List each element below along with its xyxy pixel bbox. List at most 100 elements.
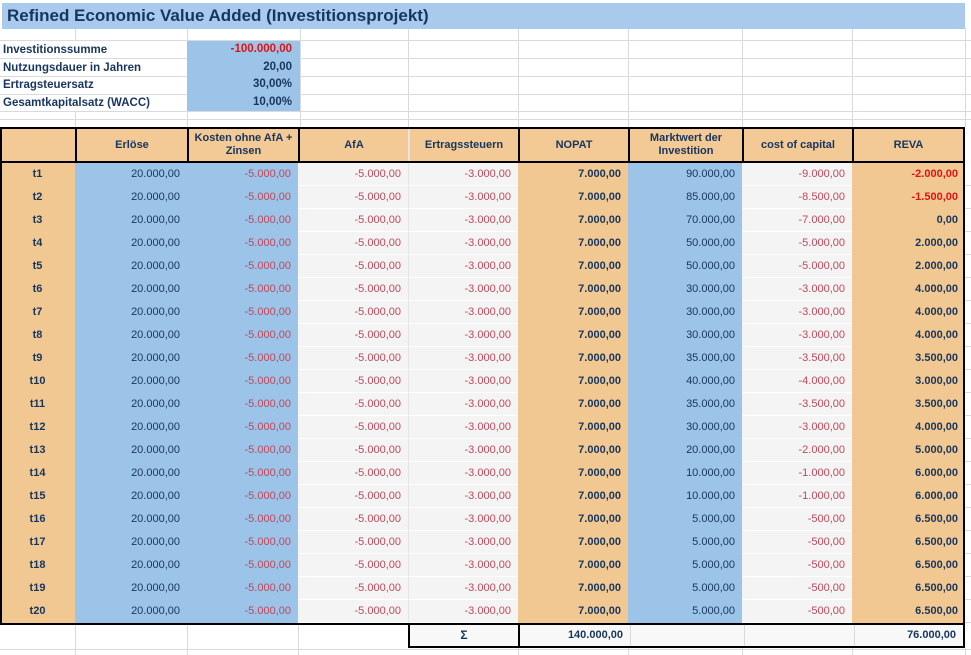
cell-marktwert[interactable]: 5.000,00 (628, 508, 742, 531)
cell-period[interactable]: t20 (0, 600, 75, 623)
cell-afa[interactable]: -5.000,00 (298, 255, 408, 278)
cell-afa[interactable]: -5.000,00 (298, 531, 408, 554)
cell-marktwert[interactable]: 85.000,00 (628, 186, 742, 209)
header-erloese[interactable]: Erlöse (75, 127, 187, 163)
cell-cost-of-capital[interactable]: -500,00 (742, 600, 852, 623)
cell-cost-of-capital[interactable]: -3.000,00 (742, 416, 852, 439)
header-reva[interactable]: REVA (852, 127, 965, 163)
cell-ertragssteuern[interactable]: -3.000,00 (408, 439, 518, 462)
cell-kosten[interactable]: -5.000,00 (187, 577, 298, 600)
cell-nopat[interactable]: 7.000,00 (518, 301, 628, 324)
cell-nopat[interactable]: 7.000,00 (518, 577, 628, 600)
cell-ertragssteuern[interactable]: -3.000,00 (408, 462, 518, 485)
param-label-wacc[interactable]: Gesamtkapitalsatz (WACC) (3, 94, 253, 112)
cell-cost-of-capital[interactable]: -3.000,00 (742, 301, 852, 324)
cell-marktwert[interactable]: 35.000,00 (628, 347, 742, 370)
cell-period[interactable]: t10 (0, 370, 75, 393)
cell-cost-of-capital[interactable]: -5.000,00 (742, 255, 852, 278)
cell-erloese[interactable]: 20.000,00 (75, 508, 187, 531)
cell-cost-of-capital[interactable]: -2.000,00 (742, 439, 852, 462)
cell-erloese[interactable]: 20.000,00 (75, 485, 187, 508)
cell-period[interactable]: t6 (0, 278, 75, 301)
cell-marktwert[interactable]: 35.000,00 (628, 393, 742, 416)
cell-ertragssteuern[interactable]: -3.000,00 (408, 416, 518, 439)
cell-afa[interactable]: -5.000,00 (298, 462, 408, 485)
cell-cost-of-capital[interactable]: -3.500,00 (742, 347, 852, 370)
cell-nopat[interactable]: 7.000,00 (518, 370, 628, 393)
header-cost-of-capital[interactable]: cost of capital (742, 127, 852, 163)
cell-afa[interactable]: -5.000,00 (298, 347, 408, 370)
cell-reva[interactable]: 2.000,00 (852, 232, 965, 255)
cell-period[interactable]: t7 (0, 301, 75, 324)
cell-ertragssteuern[interactable]: -3.000,00 (408, 554, 518, 577)
header-nopat[interactable]: NOPAT (518, 127, 628, 163)
cell-ertragssteuern[interactable]: -3.000,00 (408, 163, 518, 186)
cell-kosten[interactable]: -5.000,00 (187, 324, 298, 347)
cell-marktwert[interactable]: 10.000,00 (628, 462, 742, 485)
cell-marktwert[interactable]: 10.000,00 (628, 485, 742, 508)
cell-ertragssteuern[interactable]: -3.000,00 (408, 255, 518, 278)
cell-nopat[interactable]: 7.000,00 (518, 186, 628, 209)
cell-marktwert[interactable]: 5.000,00 (628, 600, 742, 623)
cell-period[interactable]: t4 (0, 232, 75, 255)
cell-kosten[interactable]: -5.000,00 (187, 508, 298, 531)
cell-period[interactable]: t12 (0, 416, 75, 439)
cell-period[interactable]: t14 (0, 462, 75, 485)
cell-erloese[interactable]: 20.000,00 (75, 301, 187, 324)
cell-erloese[interactable]: 20.000,00 (75, 347, 187, 370)
cell-kosten[interactable]: -5.000,00 (187, 163, 298, 186)
cell-ertragssteuern[interactable]: -3.000,00 (408, 577, 518, 600)
cell-kosten[interactable]: -5.000,00 (187, 462, 298, 485)
cell-marktwert[interactable]: 5.000,00 (628, 531, 742, 554)
cell-cost-of-capital[interactable]: -3.000,00 (742, 324, 852, 347)
cell-reva[interactable]: 0,00 (852, 209, 965, 232)
cell-cost-of-capital[interactable]: -500,00 (742, 508, 852, 531)
cell-reva[interactable]: 4.000,00 (852, 324, 965, 347)
cell-period[interactable]: t15 (0, 485, 75, 508)
cell-period[interactable]: t16 (0, 508, 75, 531)
cell-marktwert[interactable]: 30.000,00 (628, 324, 742, 347)
cell-reva[interactable]: 6.500,00 (852, 554, 965, 577)
cell-nopat[interactable]: 7.000,00 (518, 393, 628, 416)
cell-marktwert[interactable]: 5.000,00 (628, 554, 742, 577)
cell-afa[interactable]: -5.000,00 (298, 209, 408, 232)
cell-ertragssteuern[interactable]: -3.000,00 (408, 370, 518, 393)
cell-ertragssteuern[interactable]: -3.000,00 (408, 531, 518, 554)
cell-nopat[interactable]: 7.000,00 (518, 255, 628, 278)
cell-ertragssteuern[interactable]: -3.000,00 (408, 186, 518, 209)
cell-kosten[interactable]: -5.000,00 (187, 600, 298, 623)
cell-period[interactable]: t3 (0, 209, 75, 232)
cell-erloese[interactable]: 20.000,00 (75, 186, 187, 209)
sum-nopat[interactable]: 140.000,00 (520, 625, 630, 646)
cell-afa[interactable]: -5.000,00 (298, 393, 408, 416)
cell-ertragssteuern[interactable]: -3.000,00 (408, 393, 518, 416)
cell-erloese[interactable]: 20.000,00 (75, 439, 187, 462)
cell-reva[interactable]: 4.000,00 (852, 278, 965, 301)
cell-erloese[interactable]: 20.000,00 (75, 278, 187, 301)
cell-reva[interactable]: 6.500,00 (852, 508, 965, 531)
cell-cost-of-capital[interactable]: -7.000,00 (742, 209, 852, 232)
cell-erloese[interactable]: 20.000,00 (75, 324, 187, 347)
cell-period[interactable]: t5 (0, 255, 75, 278)
cell-period[interactable]: t19 (0, 577, 75, 600)
cell-kosten[interactable]: -5.000,00 (187, 531, 298, 554)
cell-cost-of-capital[interactable]: -500,00 (742, 577, 852, 600)
cell-ertragssteuern[interactable]: -3.000,00 (408, 508, 518, 531)
cell-marktwert[interactable]: 5.000,00 (628, 577, 742, 600)
cell-reva[interactable]: 6.500,00 (852, 577, 965, 600)
cell-reva[interactable]: -1.500,00 (852, 186, 965, 209)
cell-ertragssteuern[interactable]: -3.000,00 (408, 324, 518, 347)
cell-erloese[interactable]: 20.000,00 (75, 554, 187, 577)
cell-period[interactable]: t11 (0, 393, 75, 416)
cell-kosten[interactable]: -5.000,00 (187, 255, 298, 278)
cell-marktwert[interactable]: 30.000,00 (628, 301, 742, 324)
cell-erloese[interactable]: 20.000,00 (75, 370, 187, 393)
cell-afa[interactable]: -5.000,00 (298, 186, 408, 209)
cell-nopat[interactable]: 7.000,00 (518, 209, 628, 232)
cell-reva[interactable]: 3.500,00 (852, 347, 965, 370)
cell-erloese[interactable]: 20.000,00 (75, 393, 187, 416)
cell-period[interactable]: t9 (0, 347, 75, 370)
cell-cost-of-capital[interactable]: -1.000,00 (742, 462, 852, 485)
cell-marktwert[interactable]: 30.000,00 (628, 416, 742, 439)
cell-cost-of-capital[interactable]: -3.000,00 (742, 278, 852, 301)
